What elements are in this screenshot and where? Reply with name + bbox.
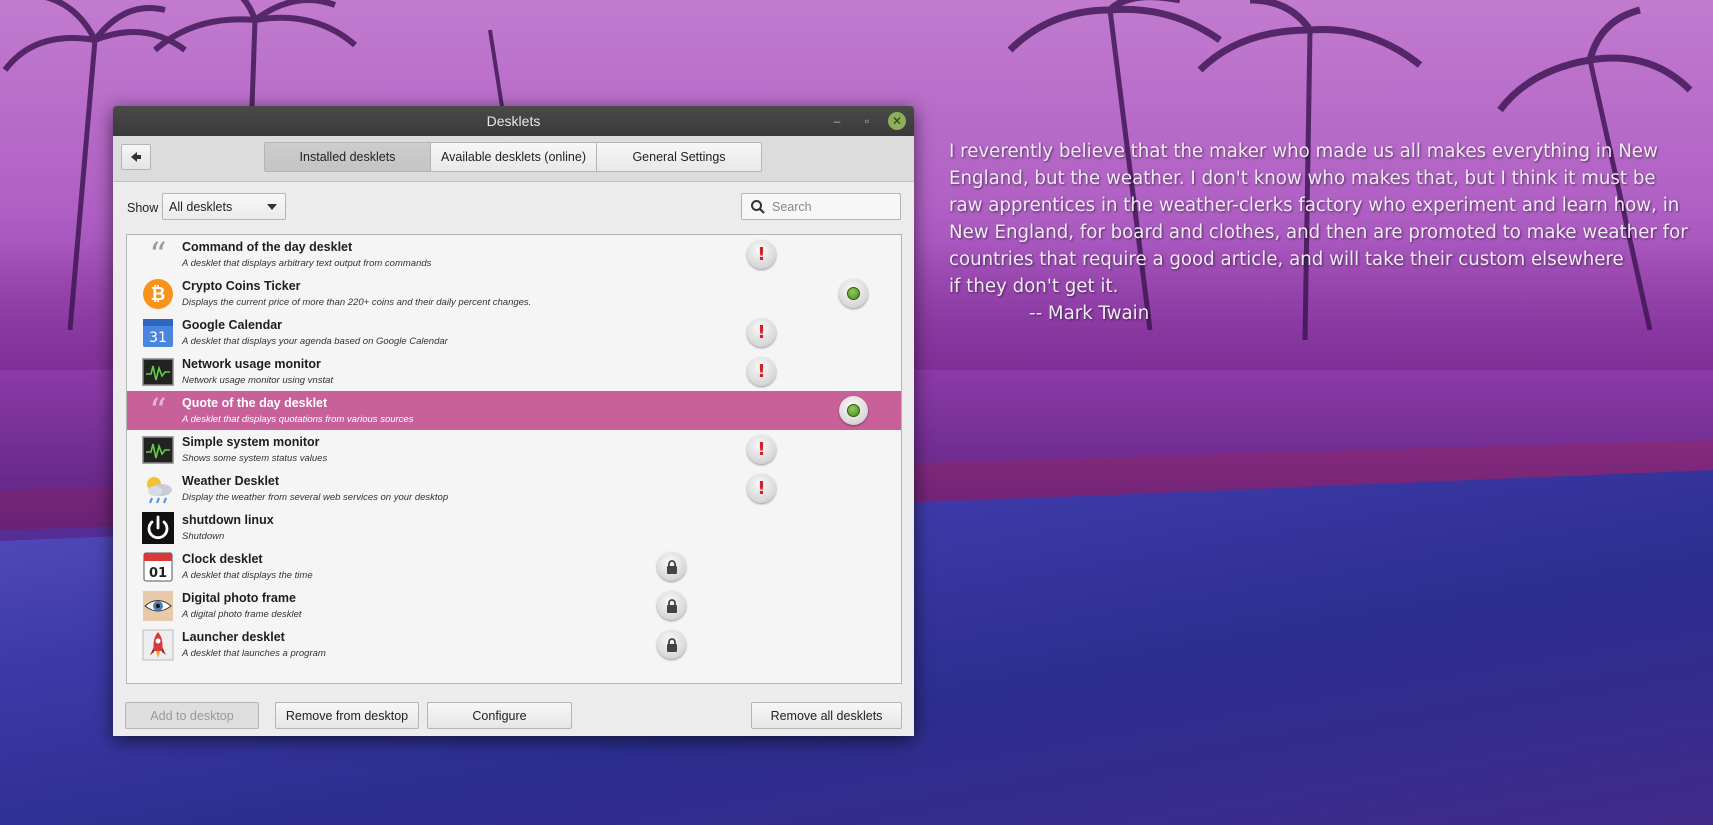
weather-icon bbox=[142, 473, 174, 505]
warning-icon: ! bbox=[747, 240, 776, 269]
tab-available-desklets[interactable]: Available desklets (online) bbox=[430, 142, 597, 172]
quote-line: I reverently believe that the maker who … bbox=[949, 141, 1658, 162]
list-item[interactable]: “ Command of the day desklet A desklet t… bbox=[127, 235, 901, 274]
quote-line: England, but the weather. I don't know w… bbox=[949, 168, 1656, 189]
clock-calendar-icon: 01 bbox=[142, 551, 174, 583]
active-indicator-icon bbox=[839, 396, 868, 425]
list-item[interactable]: 31 Google Calendar A desklet that displa… bbox=[127, 313, 901, 352]
desklet-description: Shutdown bbox=[182, 531, 225, 542]
desklet-description: Network usage monitor using vnstat bbox=[182, 375, 334, 386]
desklet-description: A desklet that displays your agenda base… bbox=[182, 336, 448, 347]
bitcoin-icon: ₿ bbox=[142, 278, 174, 310]
configure-button[interactable]: Configure bbox=[427, 702, 572, 729]
filter-row: Show All desklets Search bbox=[113, 190, 914, 226]
quote-line: countries that require a good article, a… bbox=[949, 249, 1624, 270]
desklet-name: Launcher desklet bbox=[182, 630, 285, 644]
desklet-name: Command of the day desklet bbox=[182, 240, 353, 254]
eye-icon bbox=[142, 590, 174, 622]
lock-icon bbox=[657, 591, 686, 620]
quote-line: if they don't get it. bbox=[949, 276, 1119, 297]
list-item[interactable]: Network usage monitor Network usage moni… bbox=[127, 352, 901, 391]
desklet-description: A desklet that displays arbitrary text o… bbox=[182, 258, 432, 269]
desklets-window: Desklets – ▫ ✕ Installed desklets Availa… bbox=[113, 106, 914, 736]
quote-author: -- Mark Twain bbox=[1029, 303, 1150, 324]
calendar-icon: 31 bbox=[142, 317, 174, 349]
add-to-desktop-button[interactable]: Add to desktop bbox=[125, 702, 259, 729]
monitor-icon bbox=[142, 434, 174, 466]
quote-icon: “ bbox=[149, 235, 167, 275]
chevron-down-icon bbox=[267, 204, 277, 210]
show-label: Show bbox=[127, 201, 159, 215]
warning-icon: ! bbox=[747, 435, 776, 464]
show-dropdown[interactable]: All desklets bbox=[162, 193, 286, 220]
monitor-icon bbox=[142, 356, 174, 388]
desklet-description: Display the weather from several web ser… bbox=[182, 492, 449, 503]
warning-icon: ! bbox=[747, 318, 776, 347]
search-icon bbox=[751, 200, 765, 214]
desklet-name: Clock desklet bbox=[182, 552, 263, 566]
active-indicator-icon bbox=[839, 279, 868, 308]
list-item[interactable]: Simple system monitor Shows some system … bbox=[127, 430, 901, 469]
lock-icon bbox=[657, 552, 686, 581]
remove-all-desklets-button[interactable]: Remove all desklets bbox=[751, 702, 902, 729]
desklet-name: Network usage monitor bbox=[182, 357, 321, 371]
quote-icon: “ bbox=[149, 391, 167, 431]
tab-installed-desklets[interactable]: Installed desklets bbox=[264, 142, 431, 172]
list-item[interactable]: Digital photo frame A digital photo fram… bbox=[127, 586, 901, 625]
list-item[interactable]: Launcher desklet A desklet that launches… bbox=[127, 625, 901, 664]
desklet-description: Shows some system status values bbox=[182, 453, 328, 464]
desklet-name: shutdown linux bbox=[182, 513, 274, 527]
desklet-name: Digital photo frame bbox=[182, 591, 296, 605]
desklet-name: Weather Desklet bbox=[182, 474, 280, 488]
quote-line: New England, for board and clothes, and … bbox=[949, 222, 1688, 243]
remove-from-desktop-button[interactable]: Remove from desktop bbox=[275, 702, 419, 729]
list-item[interactable]: “ Quote of the day desklet A desklet tha… bbox=[127, 391, 901, 430]
back-button[interactable] bbox=[121, 144, 151, 170]
tab-general-settings[interactable]: General Settings bbox=[596, 142, 762, 172]
toolbar: Installed desklets Available desklets (o… bbox=[113, 136, 914, 182]
arrow-left-icon bbox=[131, 152, 141, 162]
list-item[interactable]: ₿ Crypto Coins Ticker Displays the curre… bbox=[127, 274, 901, 313]
svg-text:01: 01 bbox=[149, 566, 167, 581]
lock-icon bbox=[657, 630, 686, 659]
quote-of-the-day-desklet: I reverently believe that the maker who … bbox=[949, 138, 1709, 327]
desklet-description: A digital photo frame desklet bbox=[182, 609, 302, 620]
list-item[interactable]: Weather Desklet Display the weather from… bbox=[127, 469, 901, 508]
view-tabs: Installed desklets Available desklets (o… bbox=[264, 142, 762, 172]
svg-text:31: 31 bbox=[149, 330, 167, 346]
window-titlebar[interactable]: Desklets – ▫ ✕ bbox=[113, 106, 914, 136]
show-dropdown-value: All desklets bbox=[169, 200, 233, 214]
desklet-name: Simple system monitor bbox=[182, 435, 320, 449]
power-icon bbox=[142, 512, 174, 544]
close-button[interactable]: ✕ bbox=[888, 112, 906, 130]
action-bar: Add to desktop Remove from desktop Confi… bbox=[113, 694, 914, 736]
desklet-name: Crypto Coins Ticker bbox=[182, 279, 301, 293]
search-input[interactable]: Search bbox=[741, 193, 901, 220]
list-item[interactable]: shutdown linux Shutdown bbox=[127, 508, 901, 547]
desklet-description: A desklet that launches a program bbox=[182, 648, 326, 659]
desklet-description: A desklet that displays quotations from … bbox=[182, 414, 414, 425]
maximize-button[interactable]: ▫ bbox=[858, 112, 876, 130]
quote-line: raw apprentices in the weather-clerks fa… bbox=[949, 195, 1680, 216]
desklet-description: A desklet that displays the time bbox=[182, 570, 313, 581]
warning-icon: ! bbox=[747, 474, 776, 503]
desklet-description: Displays the current price of more than … bbox=[182, 297, 532, 308]
list-item[interactable]: 01 Clock desklet A desklet that displays… bbox=[127, 547, 901, 586]
window-title: Desklets bbox=[486, 113, 541, 129]
warning-icon: ! bbox=[747, 357, 776, 386]
desklet-name: Quote of the day desklet bbox=[182, 396, 328, 410]
search-placeholder: Search bbox=[772, 200, 812, 214]
minimize-button[interactable]: – bbox=[828, 112, 846, 130]
desklet-name: Google Calendar bbox=[182, 318, 283, 332]
desklet-list: “ Command of the day desklet A desklet t… bbox=[126, 234, 902, 684]
rocket-icon bbox=[142, 629, 174, 661]
svg-text:₿: ₿ bbox=[151, 284, 166, 305]
